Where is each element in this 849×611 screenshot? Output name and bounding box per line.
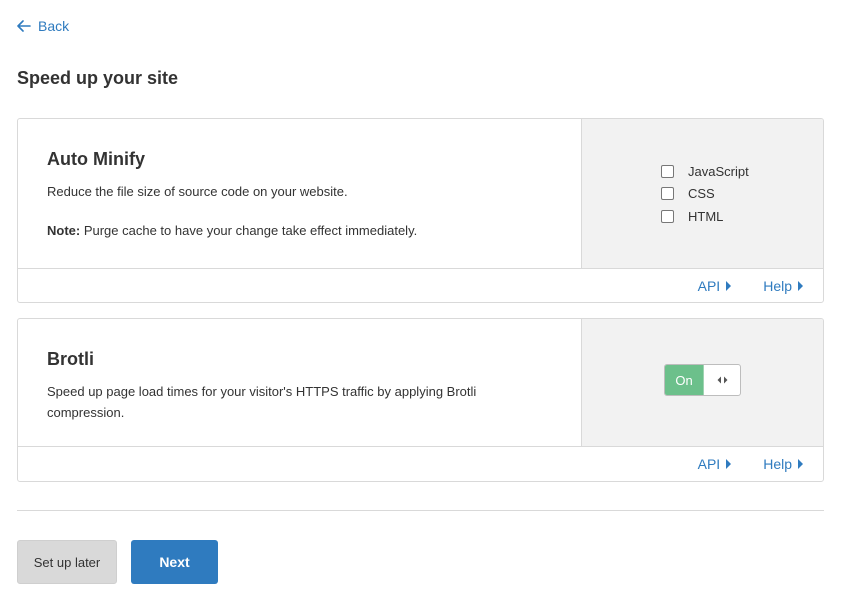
help-label: Help [763,455,792,472]
auto-minify-title: Auto Minify [47,149,145,169]
auto-minify-help-link[interactable]: Help [763,278,803,294]
auto-minify-description: Reduce the file size of source code on y… [47,184,348,199]
note-text: Purge cache to have your change take eff… [80,223,418,238]
back-link[interactable]: Back [17,18,69,34]
javascript-label: JavaScript [688,163,749,179]
brotli-api-link[interactable]: API [698,456,732,472]
brotli-controls: On [582,319,823,446]
next-button[interactable]: Next [131,540,218,584]
auto-minify-card: Auto Minify Reduce the file size of sour… [17,118,824,303]
set-up-later-button[interactable]: Set up later [17,540,117,584]
auto-minify-info: Auto Minify Reduce the file size of sour… [18,119,582,268]
brotli-toggle[interactable]: On [664,364,741,396]
section-divider [17,510,824,511]
option-javascript[interactable]: JavaScript [661,160,749,183]
page-title: Speed up your site [17,68,179,88]
arrow-left-icon [17,20,31,32]
css-checkbox[interactable] [661,187,674,201]
html-label: HTML [688,208,724,224]
html-checkbox[interactable] [661,209,674,223]
auto-minify-note: Note: Purge cache to have your change ta… [47,223,581,238]
auto-minify-controls: JavaScript CSS HTML [582,119,823,268]
css-label: CSS [688,186,715,202]
help-label: Help [763,277,792,294]
brotli-footer: API Help [18,447,823,480]
api-label: API [697,277,721,294]
brotli-card: Brotli Speed up page load times for your… [17,318,824,482]
toggle-on-label: On [665,365,704,395]
option-html[interactable]: HTML [661,205,749,228]
caret-right-icon [798,458,803,469]
speed-settings-page: Back Speed up your site Auto Minify Redu… [0,0,849,611]
api-label: API [697,455,721,472]
auto-minify-footer: API Help [18,269,823,302]
brotli-help-link[interactable]: Help [763,456,803,472]
minify-options: JavaScript CSS HTML [661,160,749,228]
javascript-checkbox[interactable] [661,164,674,178]
brotli-title: Brotli [47,349,94,369]
caret-right-icon [798,280,803,291]
drag-handle-icon [704,365,740,395]
auto-minify-api-link[interactable]: API [698,278,732,294]
back-label: Back [38,18,70,34]
option-css[interactable]: CSS [661,183,749,206]
caret-right-icon [726,280,732,291]
brotli-info: Brotli Speed up page load times for your… [18,319,582,446]
caret-right-icon [726,458,732,469]
brotli-description: Speed up page load times for your visito… [47,384,477,420]
note-label: Note: [47,223,81,238]
